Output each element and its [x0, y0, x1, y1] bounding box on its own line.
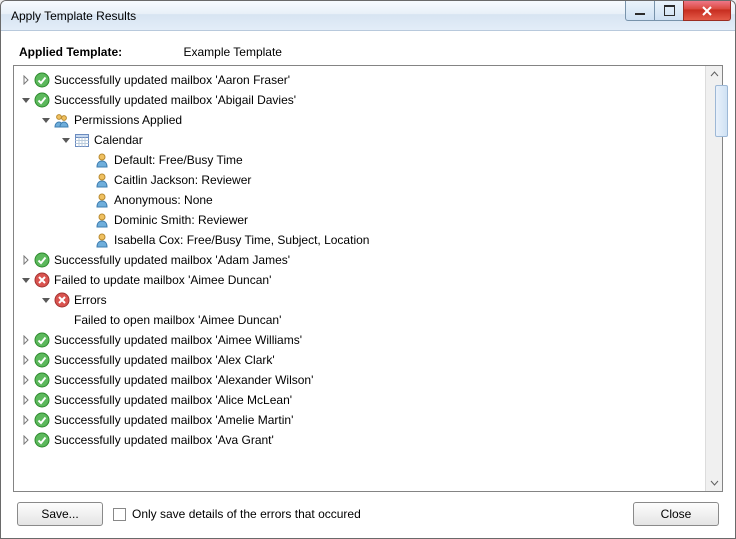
tree-label: Caitlin Jackson: Reviewer: [114, 173, 251, 187]
user-icon: [94, 232, 110, 248]
tree-label: Isabella Cox: Free/Busy Time, Subject, L…: [114, 233, 369, 247]
tree-row[interactable]: Failed to open mailbox 'Aimee Duncan': [56, 310, 703, 330]
expand-toggle[interactable]: [20, 334, 32, 346]
expand-toggle[interactable]: [20, 434, 32, 446]
scroll-down-button[interactable]: [707, 474, 722, 491]
save-button[interactable]: Save...: [17, 502, 103, 526]
close-button[interactable]: Close: [633, 502, 719, 526]
tree-row[interactable]: Successfully updated mailbox 'Ava Grant': [16, 430, 703, 450]
tree-row[interactable]: Successfully updated mailbox 'Aimee Will…: [16, 330, 703, 350]
success-icon: [34, 332, 50, 348]
tree-label: Successfully updated mailbox 'Ava Grant': [54, 433, 274, 447]
expand-toggle[interactable]: [20, 394, 32, 406]
tree-row[interactable]: Dominic Smith: Reviewer: [76, 210, 703, 230]
expand-toggle[interactable]: [20, 354, 32, 366]
tree-label: Successfully updated mailbox 'Alexander …: [54, 373, 313, 387]
window-controls: [626, 1, 731, 21]
permissions-icon: [54, 112, 70, 128]
client-area: Applied Template: Example Template Succe…: [1, 31, 735, 538]
success-icon: [34, 412, 50, 428]
user-icon: [94, 192, 110, 208]
tree-row[interactable]: Successfully updated mailbox 'Alexander …: [16, 370, 703, 390]
tree-row[interactable]: Isabella Cox: Free/Busy Time, Subject, L…: [76, 230, 703, 250]
tree-row[interactable]: Successfully updated mailbox 'Aaron Fras…: [16, 70, 703, 90]
errors-only-label: Only save details of the errors that occ…: [132, 507, 361, 521]
window-title: Apply Template Results: [11, 9, 136, 23]
vertical-scrollbar[interactable]: [705, 66, 722, 491]
user-icon: [94, 152, 110, 168]
tree-label: Errors: [74, 293, 107, 307]
results-tree[interactable]: Successfully updated mailbox 'Aaron Fras…: [14, 66, 705, 491]
success-icon: [34, 72, 50, 88]
tree-row[interactable]: Errors: [36, 290, 703, 310]
tree-row[interactable]: Default: Free/Busy Time: [76, 150, 703, 170]
tree-label: Dominic Smith: Reviewer: [114, 213, 248, 227]
tree-label: Failed to open mailbox 'Aimee Duncan': [74, 313, 281, 327]
expand-toggle[interactable]: [20, 374, 32, 386]
expand-toggle[interactable]: [20, 414, 32, 426]
tree-row[interactable]: Successfully updated mailbox 'Alice McLe…: [16, 390, 703, 410]
tree-label: Failed to update mailbox 'Aimee Duncan': [54, 273, 271, 287]
user-icon: [94, 212, 110, 228]
maximize-button[interactable]: [654, 1, 684, 21]
close-window-button[interactable]: [683, 1, 731, 21]
window: Apply Template Results Applied Template:…: [0, 0, 736, 539]
close-icon: [701, 6, 713, 16]
success-icon: [34, 392, 50, 408]
collapse-toggle[interactable]: [40, 114, 52, 126]
tree-row[interactable]: Successfully updated mailbox 'Amelie Mar…: [16, 410, 703, 430]
scroll-up-button[interactable]: [707, 66, 722, 83]
applied-template-row: Applied Template: Example Template: [13, 41, 723, 65]
tree-label: Successfully updated mailbox 'Adam James…: [54, 253, 290, 267]
expand-toggle[interactable]: [20, 254, 32, 266]
applied-template-name: Example Template: [183, 45, 282, 59]
tree-row[interactable]: Failed to update mailbox 'Aimee Duncan': [16, 270, 703, 290]
error-icon: [34, 272, 50, 288]
tree-label: Anonymous: None: [114, 193, 213, 207]
collapse-toggle[interactable]: [20, 94, 32, 106]
collapse-toggle[interactable]: [40, 294, 52, 306]
tree-row[interactable]: Successfully updated mailbox 'Abigail Da…: [16, 90, 703, 110]
tree-label: Successfully updated mailbox 'Alice McLe…: [54, 393, 292, 407]
tree-row[interactable]: Calendar: [56, 130, 703, 150]
tree-row[interactable]: Successfully updated mailbox 'Alex Clark…: [16, 350, 703, 370]
tree-label: Default: Free/Busy Time: [114, 153, 243, 167]
tree-row[interactable]: Permissions Applied: [36, 110, 703, 130]
collapse-toggle[interactable]: [20, 274, 32, 286]
minimize-button[interactable]: [625, 1, 655, 21]
tree-label: Successfully updated mailbox 'Aaron Fras…: [54, 73, 290, 87]
success-icon: [34, 352, 50, 368]
tree-row[interactable]: Caitlin Jackson: Reviewer: [76, 170, 703, 190]
success-icon: [34, 252, 50, 268]
applied-template-label: Applied Template:: [19, 45, 122, 59]
tree-label: Successfully updated mailbox 'Amelie Mar…: [54, 413, 293, 427]
titlebar[interactable]: Apply Template Results: [1, 1, 735, 31]
tree-row[interactable]: Anonymous: None: [76, 190, 703, 210]
tree-row[interactable]: Successfully updated mailbox 'Adam James…: [16, 250, 703, 270]
user-icon: [94, 172, 110, 188]
tree-label: Successfully updated mailbox 'Aimee Will…: [54, 333, 302, 347]
errors-only-row: Only save details of the errors that occ…: [113, 507, 623, 521]
results-panel: Successfully updated mailbox 'Aaron Fras…: [13, 65, 723, 492]
success-icon: [34, 372, 50, 388]
collapse-toggle[interactable]: [60, 134, 72, 146]
scroll-thumb[interactable]: [715, 85, 728, 137]
success-icon: [34, 92, 50, 108]
errors-only-checkbox[interactable]: [113, 508, 126, 521]
tree-label: Successfully updated mailbox 'Abigail Da…: [54, 93, 296, 107]
success-icon: [34, 432, 50, 448]
calendar-icon: [74, 132, 90, 148]
error-icon: [54, 292, 70, 308]
tree-label: Permissions Applied: [74, 113, 182, 127]
tree-label: Successfully updated mailbox 'Alex Clark…: [54, 353, 275, 367]
tree-label: Calendar: [94, 133, 143, 147]
expand-toggle[interactable]: [20, 74, 32, 86]
footer: Save... Only save details of the errors …: [13, 492, 723, 528]
